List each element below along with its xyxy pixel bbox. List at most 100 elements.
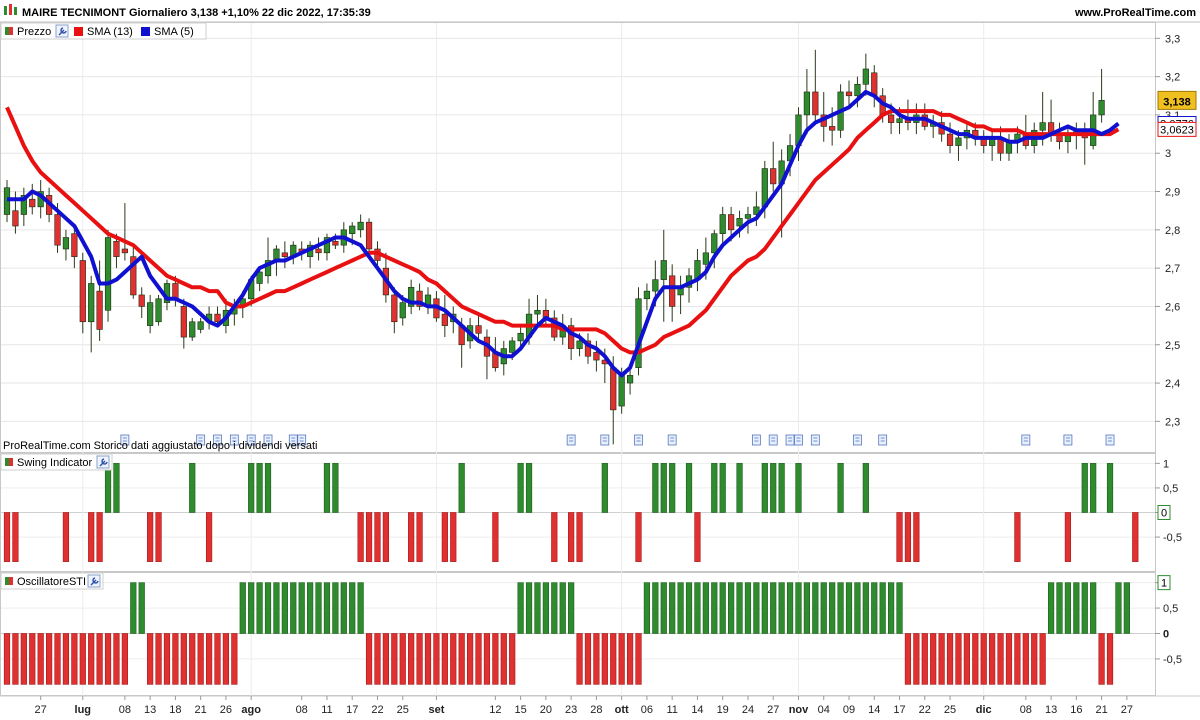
sti-bar	[79, 633, 86, 685]
data-footnote: ProRealTime.com Storico dati aggiustato …	[3, 440, 317, 452]
x-tick-label: 13	[144, 704, 156, 716]
sti-bar	[1005, 633, 1013, 685]
candle-body	[812, 91, 819, 116]
sti-bar	[845, 582, 853, 634]
sti-bar	[669, 582, 676, 634]
sti-bar	[466, 633, 474, 685]
sti-bar	[753, 582, 760, 634]
candle-body	[652, 279, 659, 292]
sti-bar	[1081, 582, 1088, 634]
sti-bar	[795, 582, 802, 634]
sti-bar	[862, 582, 869, 634]
sti-bar	[231, 633, 238, 685]
swing-bar	[711, 463, 718, 513]
sti-bar	[1064, 582, 1072, 634]
x-tick-label: 25	[944, 704, 956, 716]
swing-panel-title: Swing Indicator	[17, 457, 93, 469]
sti-bar	[736, 582, 743, 634]
sti-bar	[54, 633, 61, 685]
sti-bar	[921, 633, 928, 685]
candle-body	[281, 252, 288, 257]
sti-bar	[408, 633, 415, 685]
candle-body	[71, 233, 78, 257]
sti-bar	[332, 582, 339, 634]
price-tick-label: 2,7	[1165, 263, 1180, 275]
news-icon-page	[600, 434, 610, 446]
swing-bar	[458, 463, 465, 513]
sti-bar	[584, 633, 592, 685]
x-tick-label: 22	[919, 704, 931, 716]
x-tick-label: 23	[565, 704, 577, 716]
swing-bar	[1106, 463, 1114, 513]
candle-body	[1039, 122, 1046, 131]
sti-tick-label: 0	[1163, 629, 1169, 641]
sti-bar	[728, 582, 735, 634]
sti-bar	[719, 582, 726, 634]
sti-bar	[694, 582, 701, 634]
sti-bar	[786, 582, 794, 634]
sti-bar	[896, 582, 903, 634]
sti-bar	[3, 633, 11, 685]
wrench-icon[interactable]	[55, 24, 69, 38]
sti-bar	[551, 582, 558, 634]
candle-body	[197, 321, 204, 330]
swing-bar	[382, 512, 390, 562]
candle-body	[643, 290, 651, 300]
candle-body	[172, 283, 179, 300]
x-tick-label: 11	[666, 704, 677, 716]
sti-bar	[340, 582, 347, 634]
sti-wrench-icon[interactable]	[87, 574, 101, 588]
candle-body	[88, 283, 95, 323]
swing-bar	[12, 512, 19, 562]
sti-legend-icon	[5, 577, 13, 585]
price-tick-label: 2,3	[1165, 416, 1180, 428]
x-tick-label: 21	[195, 704, 207, 716]
sti-bar	[71, 633, 78, 685]
sti-bar	[205, 633, 213, 685]
swing-bar	[264, 463, 272, 513]
sti-bar	[500, 633, 507, 685]
news-icon-page	[794, 434, 803, 446]
x-tick-label: 16	[1070, 704, 1082, 716]
sti-bar	[652, 582, 659, 634]
sti-bar	[492, 633, 499, 685]
candle-body	[593, 352, 600, 361]
sti-bar	[349, 582, 356, 634]
sti-bar	[290, 582, 297, 634]
x-tick-label: 19	[717, 704, 729, 716]
sti-bar	[104, 633, 112, 685]
swing-bar	[635, 512, 642, 562]
swing-bar	[568, 512, 575, 562]
sti-bar	[568, 582, 575, 634]
swing-bar	[113, 463, 120, 513]
swing-bar	[913, 512, 920, 562]
sti-bar	[1056, 582, 1063, 634]
candle-body	[147, 302, 154, 326]
sti-bar	[913, 633, 920, 685]
swing-bar	[205, 512, 213, 562]
sti-legend: OscillatoreSTI	[0, 572, 104, 590]
swing-legend-icon	[5, 458, 13, 466]
sti-bar	[871, 582, 878, 634]
candle-body	[155, 298, 162, 323]
site-link[interactable]: www.ProRealTime.com	[1074, 7, 1196, 19]
sti-bar	[450, 633, 457, 685]
candle-body	[744, 214, 752, 219]
news-icon	[751, 434, 761, 446]
swing-wrench-icon[interactable]	[96, 455, 110, 469]
swing-bar	[761, 463, 768, 513]
sti-bar	[382, 633, 390, 685]
price-tick-label: 2,6	[1165, 301, 1180, 313]
x-tick-label: 13	[1045, 704, 1057, 716]
swing-last-label: 0	[1161, 508, 1167, 520]
sti-bar	[323, 582, 331, 634]
x-tick-label: nov	[789, 704, 809, 716]
swing-bar	[365, 512, 373, 562]
candle-body	[475, 325, 482, 334]
sti-bar	[1090, 582, 1097, 634]
x-tick-label: 27	[1121, 704, 1133, 716]
sti-bar	[1106, 633, 1114, 685]
swing-bar	[248, 463, 255, 513]
news-icon-page	[768, 434, 778, 446]
candle-body	[357, 221, 364, 231]
